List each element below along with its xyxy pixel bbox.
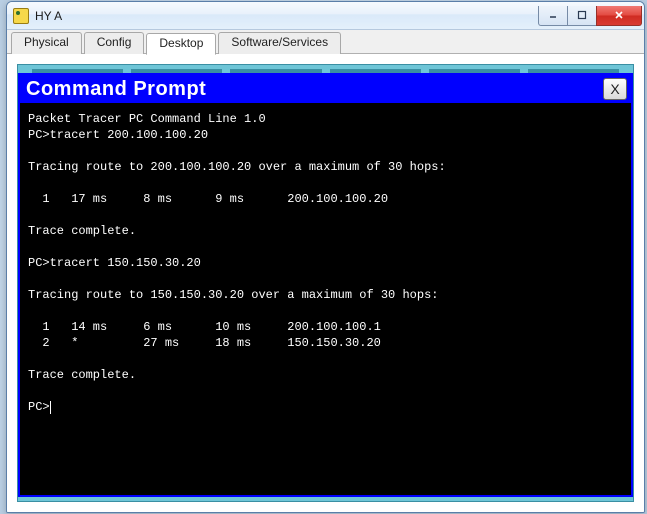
maximize-button[interactable] [567, 6, 597, 26]
tab-body: Command Prompt X Packet Tracer PC Comman… [7, 54, 644, 512]
desktop-background: Command Prompt X Packet Tracer PC Comman… [17, 64, 634, 502]
close-icon [614, 10, 624, 20]
tabstrip: Physical Config Desktop Software/Service… [7, 30, 644, 54]
command-prompt-titlebar[interactable]: Command Prompt X [20, 75, 631, 103]
minimize-button[interactable] [538, 6, 568, 26]
tab-config[interactable]: Config [84, 32, 145, 54]
command-prompt-window: Command Prompt X Packet Tracer PC Comman… [18, 73, 633, 497]
cursor-icon [50, 401, 51, 414]
terminal[interactable]: Packet Tracer PC Command Line 1.0 PC>tra… [24, 105, 627, 491]
tab-desktop[interactable]: Desktop [146, 33, 216, 55]
window-controls [539, 6, 642, 26]
tab-physical[interactable]: Physical [11, 32, 82, 54]
minimize-icon [548, 10, 558, 20]
titlebar[interactable]: HY A [7, 2, 644, 30]
command-prompt-close-button[interactable]: X [603, 78, 627, 100]
close-button[interactable] [596, 6, 642, 26]
terminal-output: Packet Tracer PC Command Line 1.0 PC>tra… [28, 112, 453, 414]
maximize-icon [577, 10, 587, 20]
tab-software-services[interactable]: Software/Services [218, 32, 341, 54]
app-window: HY A Physical Config Desktop Software/Se… [6, 1, 645, 513]
window-title: HY A [35, 8, 539, 23]
app-icon [13, 8, 29, 24]
command-prompt-title: Command Prompt [26, 78, 603, 101]
